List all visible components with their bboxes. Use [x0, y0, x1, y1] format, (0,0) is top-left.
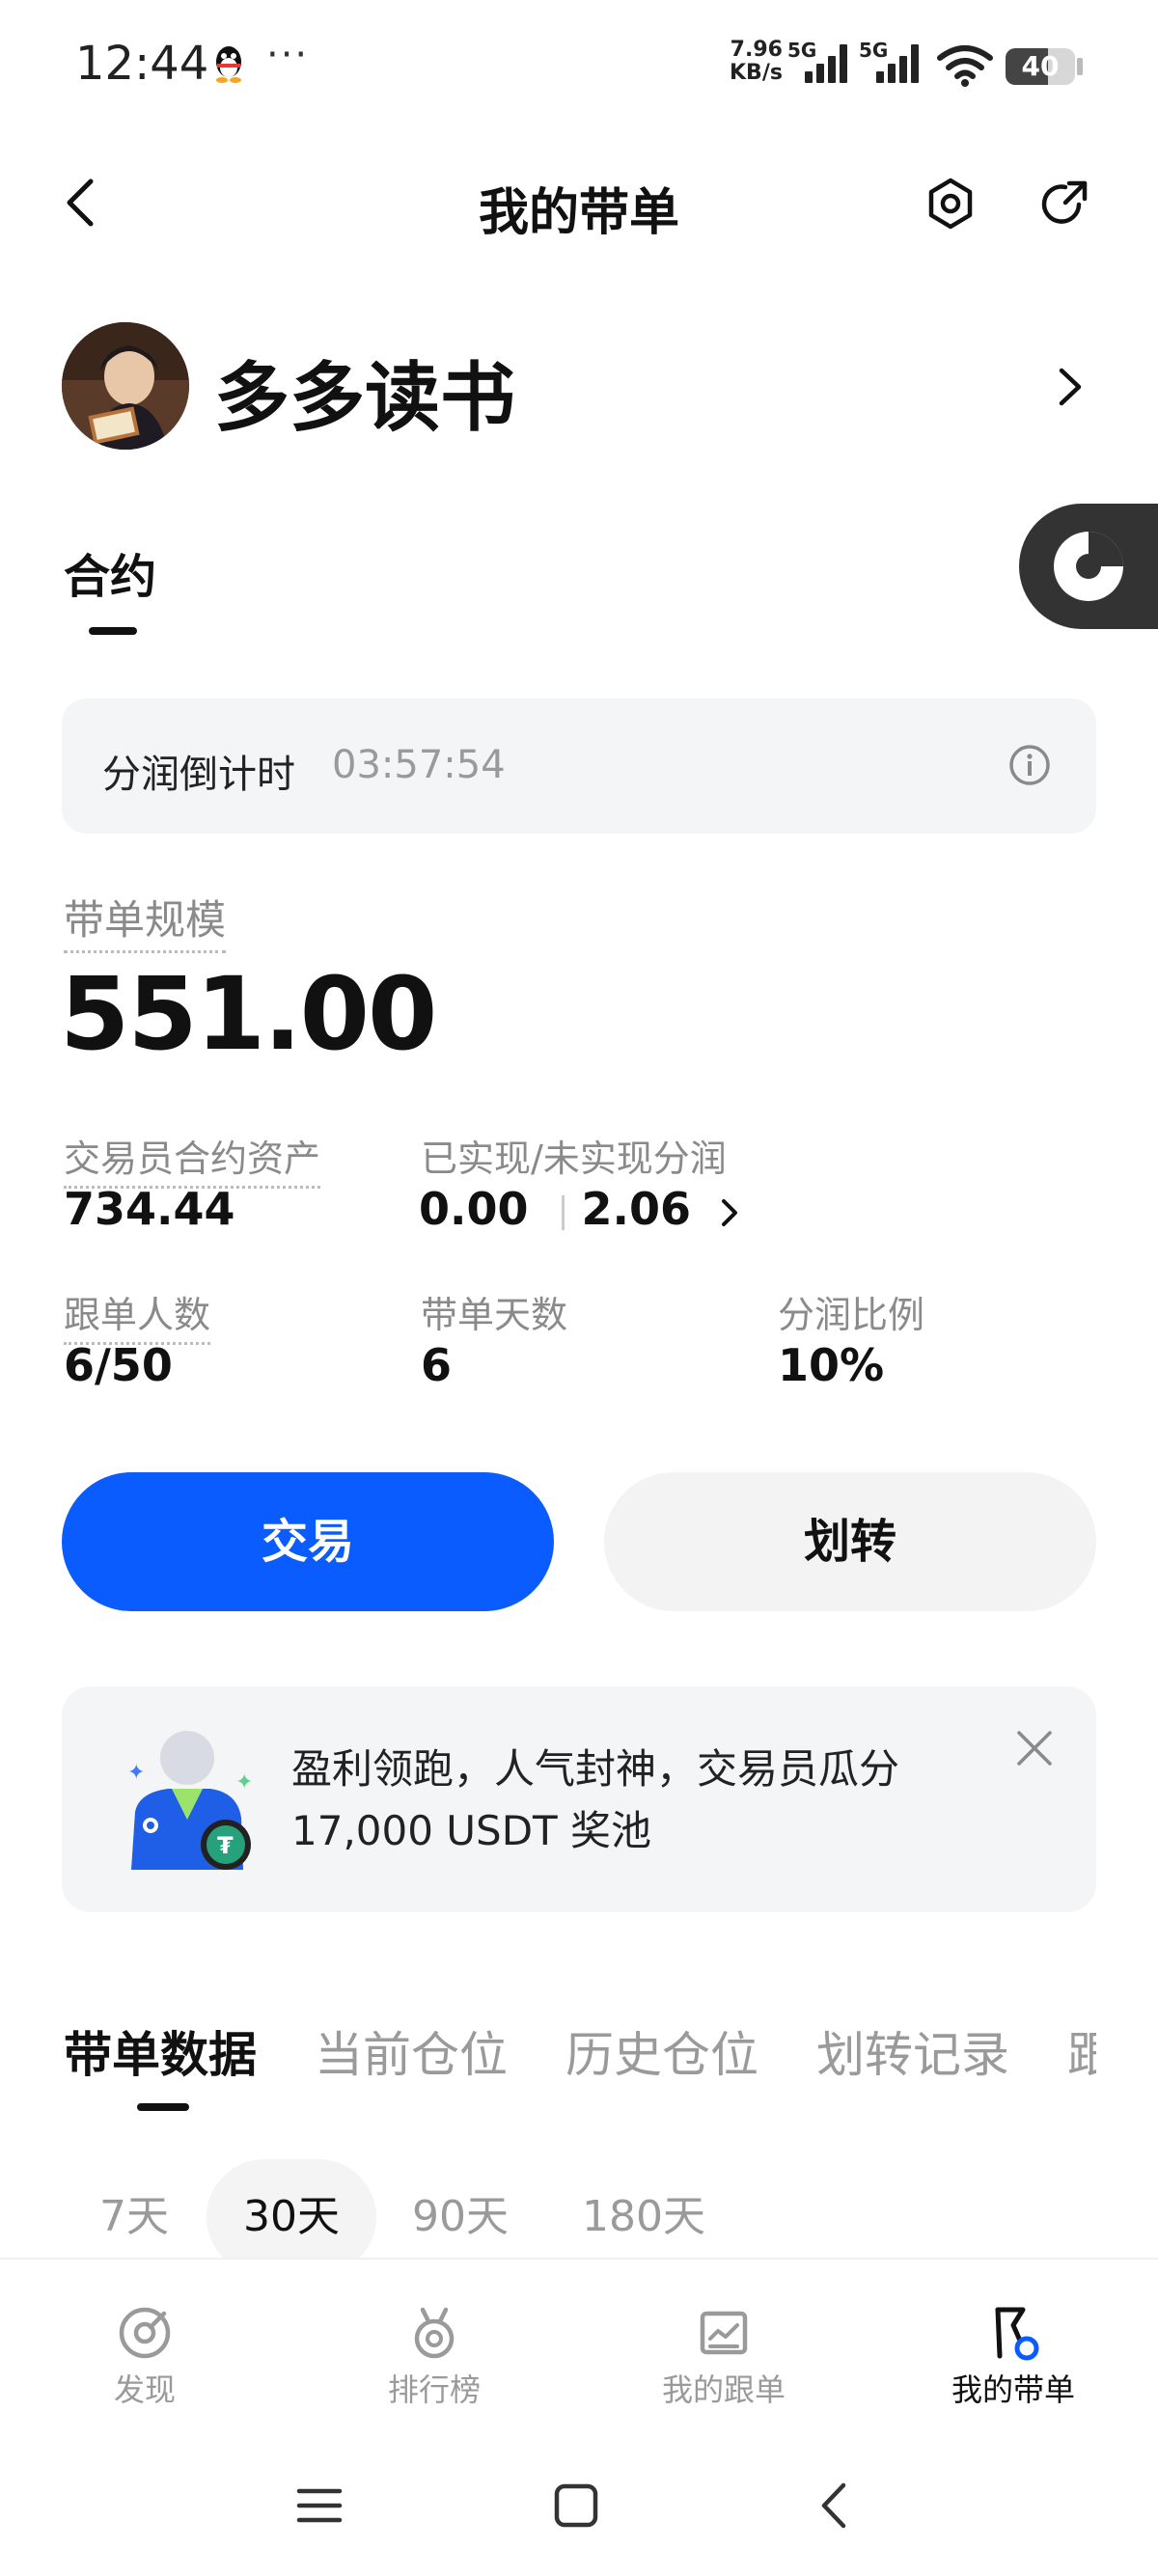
scale-value: 551.00 [60, 955, 437, 1073]
tab-contract[interactable]: 合约 [64, 538, 156, 606]
signal-sim1-icon: 5G [787, 39, 855, 87]
share-ratio-value: 10% [778, 1339, 885, 1391]
share-ratio-label: 分润比例 [778, 1294, 925, 1336]
countdown-time: 03:57:54 [332, 743, 506, 787]
tab-transfer-records[interactable]: 划转记录 [816, 2016, 1009, 2086]
share-icon[interactable] [1036, 176, 1092, 232]
promo-line2: 17,000 USDT 奖池 [291, 1807, 652, 1854]
bottom-nav: 发现 排行榜 我的跟单 我的带单 [0, 2258, 1158, 2431]
battery-level: 40 [1021, 50, 1060, 82]
discover-icon [119, 2307, 171, 2359]
pie-logo-icon [1054, 532, 1123, 601]
lead-days-value: 6 [421, 1339, 453, 1391]
tab-lead-data-indicator [137, 2103, 189, 2111]
tab-position-history[interactable]: 历史仓位 [565, 2016, 758, 2086]
countdown-label: 分润倒计时 [102, 753, 295, 797]
trade-button[interactable]: 交易 [62, 1472, 554, 1611]
nav-discover-label: 发现 [113, 2371, 176, 2408]
trader-nickname[interactable]: 多多读书 [214, 338, 515, 446]
nav-discover[interactable]: 发现 [48, 2304, 241, 2410]
chevron-right-icon[interactable] [1052, 363, 1087, 411]
value-divider [561, 1194, 565, 1230]
svg-text:₮: ₮ [217, 1832, 234, 1859]
promo-line1: 盈利领跑，人气封神，交易员瓜分 [291, 1745, 900, 1793]
sim2-label: 5G [859, 39, 889, 62]
menu-icon[interactable] [295, 2481, 344, 2530]
followers-value: 6/50 [64, 1339, 173, 1391]
qq-penguin-icon [216, 46, 241, 83]
trader-reward-illustration-icon: ✦ ✦ ₮ [127, 1731, 253, 1870]
profit-share-label: 已实现/未实现分润 [421, 1137, 727, 1180]
info-icon[interactable] [1007, 743, 1052, 787]
trader-assets-value: 734.44 [64, 1183, 235, 1235]
avatar-image [62, 322, 189, 450]
settings-icon[interactable] [923, 176, 979, 232]
network-speed: 7.96 KB/s [730, 39, 783, 85]
floating-assist-button[interactable] [1019, 504, 1158, 629]
promo-banner[interactable]: ✦ ✦ ₮ 盈利领跑，人气封神，交易员瓜分 17,000 USDT 奖池 [62, 1686, 1096, 1912]
status-bar: 12:44 ··· 7.96 KB/s 5G 5G 40 [0, 0, 1158, 135]
nav-my-lead-label: 我的带单 [951, 2371, 1075, 2408]
profit-share-countdown: 分润倒计时 03:57:54 [62, 699, 1096, 834]
speed-value: 7.96 [730, 38, 783, 62]
tab-lead-data[interactable]: 带单数据 [64, 2016, 257, 2086]
tab-followers-partial[interactable]: 跟 [1067, 2016, 1096, 2086]
status-time: 12:44 [75, 37, 209, 91]
lead-days-label: 带单天数 [421, 1294, 568, 1336]
medal-icon [414, 2307, 455, 2359]
page-title: 我的带单 [478, 184, 679, 242]
nav-my-copy-label: 我的跟单 [661, 2371, 786, 2408]
data-tab-bar: 带单数据 当前仓位 历史仓位 划转记录 跟 [0, 2016, 1158, 2103]
avatar[interactable] [62, 322, 189, 450]
tab-contract-indicator [89, 627, 137, 635]
system-nav-bar [0, 2431, 1158, 2576]
home-icon[interactable] [552, 2481, 600, 2530]
nav-leaderboard-label: 排行榜 [387, 2371, 481, 2408]
close-icon[interactable] [1013, 1727, 1056, 1769]
battery-icon: 40 [1006, 48, 1075, 85]
chevron-right-icon[interactable] [716, 1193, 741, 1232]
status-more-icon: ··· [266, 33, 310, 77]
nav-leaderboard[interactable]: 排行榜 [338, 2304, 531, 2410]
followers-label[interactable]: 跟单人数 [64, 1285, 211, 1345]
nav-my-lead[interactable]: 我的带单 [917, 2304, 1110, 2410]
svg-text:✦: ✦ [235, 1770, 253, 1795]
speed-unit: KB/s [730, 61, 783, 85]
nav-my-copy[interactable]: 我的跟单 [627, 2304, 820, 2410]
wifi-icon [937, 45, 993, 87]
lead-flag-icon [995, 2307, 1039, 2361]
scale-label[interactable]: 带单规模 [64, 888, 227, 953]
tab-current-positions[interactable]: 当前仓位 [315, 2016, 508, 2086]
back-nav-icon[interactable] [811, 2481, 859, 2530]
svg-text:✦: ✦ [127, 1761, 145, 1785]
signal-sim2-icon: 5G [859, 39, 926, 87]
trader-assets-label[interactable]: 交易员合约资产 [64, 1129, 321, 1189]
profit-share-values[interactable]: 0.00 2.06 [419, 1183, 741, 1235]
transfer-button[interactable]: 划转 [604, 1472, 1096, 1611]
promo-text: 盈利领跑，人气封神，交易员瓜分 17,000 USDT 奖池 [291, 1739, 899, 1862]
unrealized-profit-value: 2.06 [581, 1183, 692, 1235]
chart-card-icon [700, 2311, 748, 2355]
page-header: 我的带单 [0, 154, 1158, 251]
realized-profit-value: 0.00 [419, 1183, 529, 1235]
sim1-label: 5G [787, 39, 817, 62]
